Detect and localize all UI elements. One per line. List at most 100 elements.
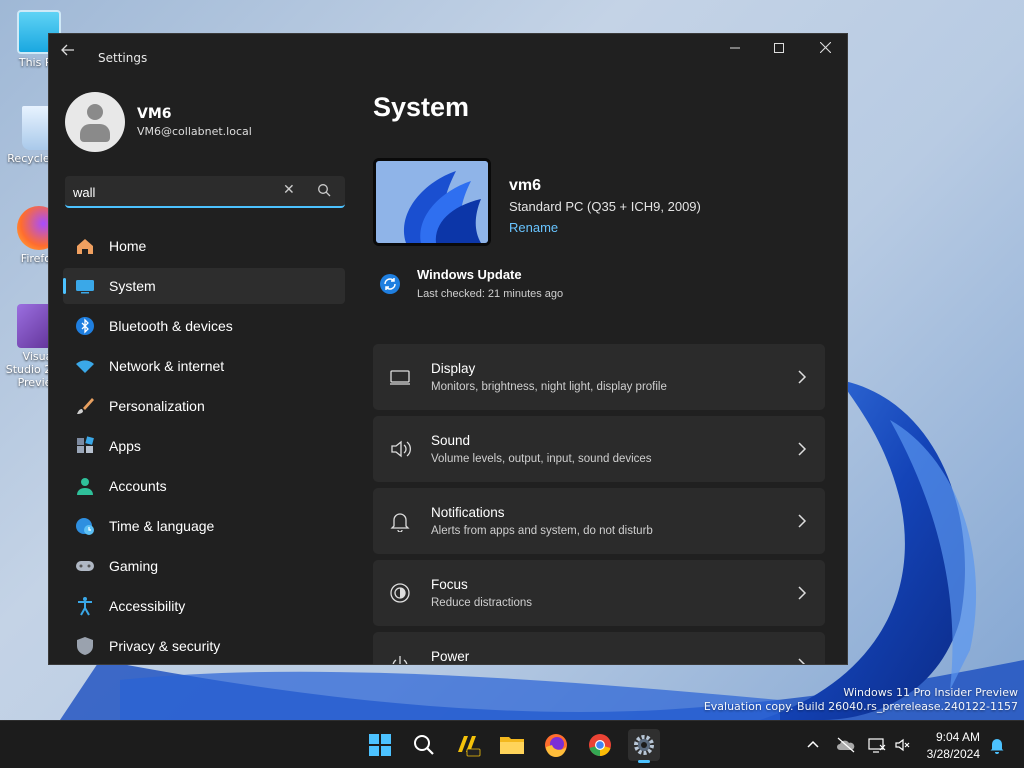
windows-update-title[interactable]: Windows Update — [417, 267, 522, 282]
settings-window: Settings VM6 VM6@collabnet.local ✕ — [48, 33, 848, 665]
bluetooth-icon — [75, 316, 95, 336]
sidebar-item-label: Time & language — [109, 518, 215, 534]
notification-bell-icon[interactable] — [988, 736, 1006, 754]
focus-icon — [389, 582, 411, 604]
card-subtitle: Volume levels, output, input, sound devi… — [431, 453, 652, 465]
sidebar-item-gaming[interactable]: Gaming — [63, 548, 345, 584]
settings-cards: Display Monitors, brightness, night ligh… — [373, 344, 825, 664]
settings-icon — [634, 735, 654, 755]
windows-update-icon[interactable] — [379, 273, 401, 295]
chevron-up-icon[interactable] — [804, 736, 822, 754]
card-title: Focus — [431, 577, 468, 592]
chrome-icon — [589, 734, 611, 756]
window-title: Settings — [98, 51, 148, 65]
chevron-right-icon — [797, 585, 807, 600]
device-name: vm6 — [509, 177, 542, 194]
card-title: Notifications — [431, 505, 505, 520]
close-button[interactable] — [803, 40, 847, 64]
title-bar[interactable]: Settings — [49, 34, 847, 68]
volume-icon[interactable] — [894, 736, 912, 754]
clock-date[interactable]: 3/28/2024 — [927, 747, 980, 761]
avatar[interactable] — [65, 92, 125, 152]
card-focus[interactable]: Focus Reduce distractions — [373, 560, 825, 626]
sidebar-item-accessibility[interactable]: Accessibility — [63, 588, 345, 624]
clock-time[interactable]: 9:04 AM — [936, 730, 980, 744]
sidebar-item-home[interactable]: Home — [63, 228, 345, 264]
card-display[interactable]: Display Monitors, brightness, night ligh… — [373, 344, 825, 410]
start-icon — [369, 734, 391, 756]
sidebar-item-system[interactable]: System — [63, 268, 345, 304]
watermark-line-2: Evaluation copy. Build 26040.rs_prerelea… — [703, 700, 1018, 713]
sidebar-item-bluetooth[interactable]: Bluetooth & devices — [63, 308, 345, 344]
taskbar-firefox[interactable] — [540, 729, 572, 761]
card-sound[interactable]: Sound Volume levels, output, input, soun… — [373, 416, 825, 482]
brush-icon — [75, 396, 95, 416]
maximize-icon — [774, 43, 784, 53]
sidebar-item-label: Privacy & security — [109, 638, 221, 654]
back-button[interactable] — [61, 44, 85, 60]
sidebar-item-apps[interactable]: Apps — [63, 428, 345, 464]
system-icon — [75, 276, 95, 296]
bell-icon — [389, 510, 411, 533]
sidebar-item-network[interactable]: Network & internet — [63, 348, 345, 384]
taskbar-chrome[interactable] — [584, 729, 616, 761]
card-subtitle: Alerts from apps and system, do not dist… — [431, 525, 653, 537]
taskbar-file-explorer[interactable] — [496, 729, 528, 761]
search-box[interactable]: ✕ — [65, 176, 345, 208]
minimize-icon — [730, 47, 740, 49]
page-title: System — [373, 92, 470, 122]
taskbar: 9:04 AM 3/28/2024 — [0, 720, 1024, 768]
sidebar: VM6 VM6@collabnet.local ✕ Home System Bl… — [49, 86, 359, 664]
globe-clock-icon — [75, 516, 95, 536]
sidebar-item-label: Gaming — [109, 558, 159, 574]
monitor-icon — [389, 366, 411, 388]
sidebar-item-label: System — [109, 278, 156, 294]
card-title: Sound — [431, 433, 471, 448]
card-notifications[interactable]: Notifications Alerts from apps and syste… — [373, 488, 825, 554]
dev-preview-icon — [458, 736, 481, 757]
taskbar-settings[interactable] — [628, 729, 660, 763]
chevron-right-icon — [797, 513, 807, 528]
card-power[interactable]: Power — [373, 632, 825, 664]
sidebar-item-personalization[interactable]: Personalization — [63, 388, 345, 424]
person-icon — [75, 476, 95, 496]
profile-name: VM6 — [137, 106, 172, 122]
gamepad-icon — [75, 556, 95, 576]
apps-icon — [75, 436, 95, 456]
sidebar-item-label: Bluetooth & devices — [109, 318, 233, 334]
rename-link[interactable]: Rename — [509, 220, 558, 235]
firefox-icon — [545, 734, 567, 757]
profile-email: VM6@collabnet.local — [137, 125, 252, 138]
wifi-icon — [75, 356, 95, 376]
sidebar-item-label: Accounts — [109, 478, 167, 494]
sidebar-item-label: Personalization — [109, 398, 205, 414]
power-icon — [389, 654, 411, 664]
sidebar-item-label: Accessibility — [109, 598, 186, 614]
card-subtitle: Monitors, brightness, night light, displ… — [431, 381, 667, 393]
search-input[interactable] — [73, 182, 273, 202]
sidebar-item-accounts[interactable]: Accounts — [63, 468, 345, 504]
close-icon — [819, 41, 831, 54]
watermark-line-1: Windows 11 Pro Insider Preview — [843, 686, 1018, 699]
network-icon[interactable] — [868, 736, 886, 754]
maximize-button[interactable] — [757, 40, 801, 64]
back-arrow-icon — [61, 44, 74, 56]
evaluation-watermark: Windows 11 Pro Insider Preview Evaluatio… — [704, 686, 1018, 714]
taskbar-search-button[interactable] — [408, 729, 440, 761]
shield-icon — [75, 636, 95, 656]
search-icon[interactable] — [317, 182, 333, 198]
device-wallpaper-thumbnail — [373, 158, 491, 246]
start-button[interactable] — [364, 729, 396, 761]
device-model: Standard PC (Q35 + ICH9, 2009) — [509, 199, 701, 214]
avatar-head — [87, 104, 103, 120]
main-content: System vm6 Standard PC (Q35 + ICH9, 2009… — [373, 86, 847, 664]
clear-search-icon[interactable]: ✕ — [283, 182, 295, 198]
sidebar-item-time-language[interactable]: Time & language — [63, 508, 345, 544]
windows-update-status: Last checked: 21 minutes ago — [417, 288, 564, 300]
onedrive-icon[interactable] — [836, 736, 855, 754]
sidebar-item-privacy-security[interactable]: Privacy & security — [63, 628, 345, 664]
taskbar-dev-preview[interactable] — [452, 729, 484, 761]
avatar-body — [80, 124, 110, 142]
chevron-right-icon — [797, 369, 807, 384]
minimize-button[interactable] — [713, 40, 757, 64]
